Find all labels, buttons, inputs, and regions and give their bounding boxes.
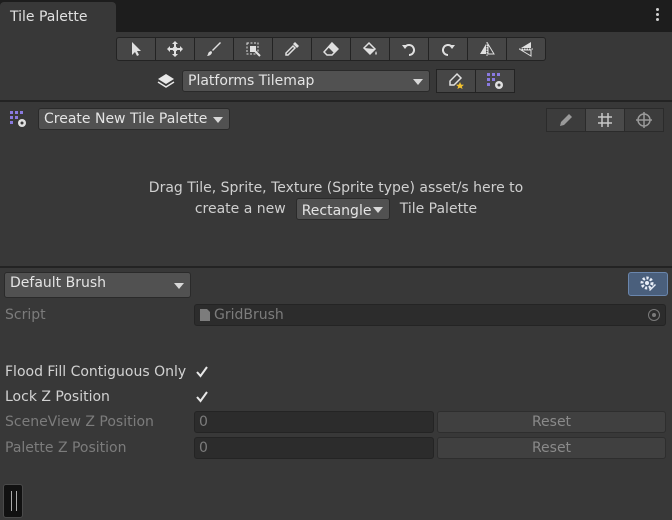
- palette-z-row: Palette Z Position: [5, 437, 193, 459]
- script-file-icon: [200, 309, 210, 321]
- tab-bar: Tile Palette: [0, 0, 672, 32]
- checkmark-icon: [196, 366, 208, 378]
- toggle-grid-button[interactable]: [585, 108, 625, 132]
- lock-z-checkbox[interactable]: [194, 389, 210, 405]
- gear-brush-icon: [640, 276, 656, 291]
- gizmo-icon: [636, 112, 652, 128]
- palette-dropdown[interactable]: Create New Tile Palette: [38, 108, 230, 130]
- box-fill-icon: [246, 42, 261, 57]
- picker-star-icon: [449, 72, 464, 89]
- palette-row: Create New Tile Palette: [8, 108, 230, 130]
- box-fill-tool-button[interactable]: [233, 37, 273, 61]
- grid-type-value: Rectangle: [301, 203, 372, 219]
- flood-fill-checkbox[interactable]: [194, 364, 210, 380]
- chevron-down-icon: [372, 207, 383, 213]
- paint-bucket-icon: [362, 41, 377, 56]
- script-value: GridBrush: [214, 307, 284, 323]
- arrow-cursor-icon: [132, 42, 141, 56]
- divider: [0, 100, 672, 102]
- tab-tile-palette[interactable]: Tile Palette: [0, 2, 116, 32]
- move-tool-button[interactable]: [155, 37, 195, 61]
- checkmark-icon: [196, 391, 208, 403]
- chevron-down-icon: [174, 283, 184, 289]
- flip-x-button[interactable]: [467, 37, 507, 61]
- tool-toolbar: [116, 37, 546, 61]
- flip-horizontal-icon: [480, 42, 495, 56]
- flood-fill-row: Flood Fill Contiguous Only: [5, 361, 193, 383]
- active-target-row: Platforms Tilemap: [156, 69, 515, 93]
- brush-icon: [207, 42, 221, 56]
- drop-area-suffix: Tile Palette: [399, 201, 478, 217]
- chevron-down-icon: [413, 79, 423, 85]
- flip-vertical-icon: [519, 42, 533, 57]
- palette-z-label: Palette Z Position: [5, 440, 127, 456]
- sceneview-z-label: SceneView Z Position: [5, 414, 154, 430]
- flip-y-button[interactable]: [506, 37, 546, 61]
- toggle-gizmos-button[interactable]: [624, 108, 664, 132]
- fill-tool-button[interactable]: [350, 37, 390, 61]
- palette-gear-icon: [487, 73, 503, 89]
- tile-palette-panel: Platforms Tilemap Create New Tile Palett…: [0, 32, 672, 520]
- palette-z-reset-button[interactable]: Reset: [437, 437, 666, 459]
- panel-resize-handle[interactable]: [3, 484, 23, 518]
- tile-palette-settings-button[interactable]: [475, 69, 515, 93]
- focus-tilemap-button[interactable]: [436, 69, 476, 93]
- paint-tool-button[interactable]: [194, 37, 234, 61]
- eyedropper-icon: [285, 42, 299, 56]
- grid-type-dropdown[interactable]: Rectangle: [295, 198, 390, 220]
- brush-inspector: Default Brush Script GridBrush Flood Fil…: [0, 268, 672, 520]
- erase-tool-button[interactable]: [311, 37, 351, 61]
- chevron-down-icon: [213, 117, 223, 123]
- picker-tool-button[interactable]: [272, 37, 312, 61]
- tile-palette-icon: [10, 111, 26, 127]
- sceneview-z-row: SceneView Z Position: [5, 411, 193, 433]
- sceneview-z-field[interactable]: 0: [194, 411, 434, 433]
- drop-area-message: Drag Tile, Sprite, Texture (Sprite type)…: [0, 178, 672, 220]
- select-tool-button[interactable]: [116, 37, 156, 61]
- active-tilemap-dropdown[interactable]: Platforms Tilemap: [182, 70, 430, 92]
- script-label: Script: [5, 307, 46, 323]
- brush-dropdown[interactable]: Default Brush: [4, 272, 191, 298]
- script-row: Script: [5, 304, 193, 326]
- grid-icon: [598, 113, 612, 127]
- edit-palette-button[interactable]: [546, 108, 586, 132]
- sceneview-z-reset-button[interactable]: Reset: [437, 411, 666, 433]
- palette-z-field[interactable]: 0: [194, 437, 434, 459]
- lock-z-label: Lock Z Position: [5, 389, 110, 405]
- object-picker-icon[interactable]: [648, 309, 660, 321]
- move-arrows-icon: [167, 41, 183, 57]
- brush-dropdown-value: Default Brush: [10, 275, 107, 291]
- active-tilemap-value: Platforms Tilemap: [188, 73, 315, 89]
- layers-icon: [157, 74, 175, 88]
- eraser-icon: [323, 41, 339, 56]
- rotate-ccw-button[interactable]: [389, 37, 429, 61]
- script-field[interactable]: GridBrush: [194, 304, 666, 326]
- drop-area-line1: Drag Tile, Sprite, Texture (Sprite type)…: [148, 180, 524, 196]
- rotate-counterclockwise-icon: [402, 44, 415, 56]
- lock-z-row: Lock Z Position: [5, 386, 193, 408]
- palette-dropdown-value: Create New Tile Palette: [44, 111, 208, 127]
- rotate-cw-button[interactable]: [428, 37, 468, 61]
- brush-settings-button[interactable]: [628, 272, 668, 296]
- flood-fill-label: Flood Fill Contiguous Only: [5, 364, 187, 380]
- more-options-icon[interactable]: [656, 8, 660, 24]
- pencil-icon: [560, 114, 572, 126]
- palette-view-toggles: [546, 108, 664, 132]
- rotate-clockwise-icon: [442, 44, 455, 56]
- drop-area-prefix: create a new: [194, 201, 286, 217]
